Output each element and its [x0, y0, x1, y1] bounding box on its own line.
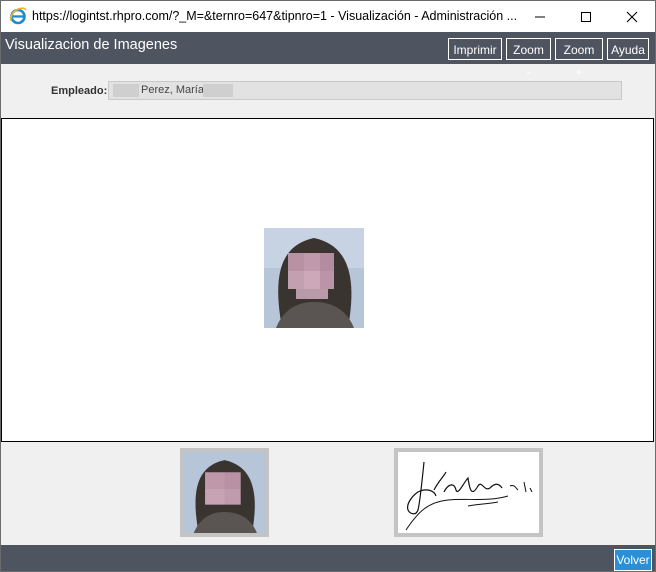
zoom-in-button[interactable]: Zoom + — [555, 38, 603, 79]
print-button[interactable]: Imprimir — [448, 38, 502, 60]
window-title: https://logintst.rhpro.com/?_M=&ternro=6… — [32, 9, 518, 23]
employee-name: Perez, María — [141, 84, 204, 96]
page-footer: Volver — [1, 545, 655, 571]
back-button[interactable]: Volver — [614, 549, 652, 571]
maximize-icon — [581, 11, 591, 22]
close-window-button[interactable] — [609, 1, 655, 32]
employee-field: Perez, María — [108, 81, 622, 100]
employee-photo — [264, 228, 364, 328]
employee-signature-thumbnail[interactable] — [394, 448, 543, 537]
page-header: Visualizacion de Imagenes Imprimir Zoom … — [1, 32, 655, 79]
window-title-bar[interactable]: https://logintst.rhpro.com/?_M=&ternro=6… — [1, 1, 655, 32]
redacted-block — [203, 84, 233, 97]
zoom-out-button[interactable]: Zoom - — [506, 38, 551, 79]
minimize-button[interactable] — [517, 1, 563, 32]
close-icon — [626, 11, 638, 22]
browser-popup-window: https://logintst.rhpro.com/?_M=&ternro=6… — [0, 0, 656, 572]
employee-photo-thumbnail[interactable] — [180, 448, 269, 537]
redacted-block — [113, 84, 139, 97]
employee-label: Empleado: — [51, 85, 108, 97]
maximize-button[interactable] — [563, 1, 609, 32]
photo-thumbnail-image — [184, 452, 265, 533]
image-viewer[interactable] — [1, 118, 654, 442]
help-button[interactable]: Ayuda — [607, 38, 649, 60]
minimize-icon — [535, 16, 545, 17]
signature-image — [398, 452, 539, 533]
page-title: Visualizacion de Imagenes — [5, 37, 178, 53]
internet-explorer-icon — [9, 7, 27, 25]
